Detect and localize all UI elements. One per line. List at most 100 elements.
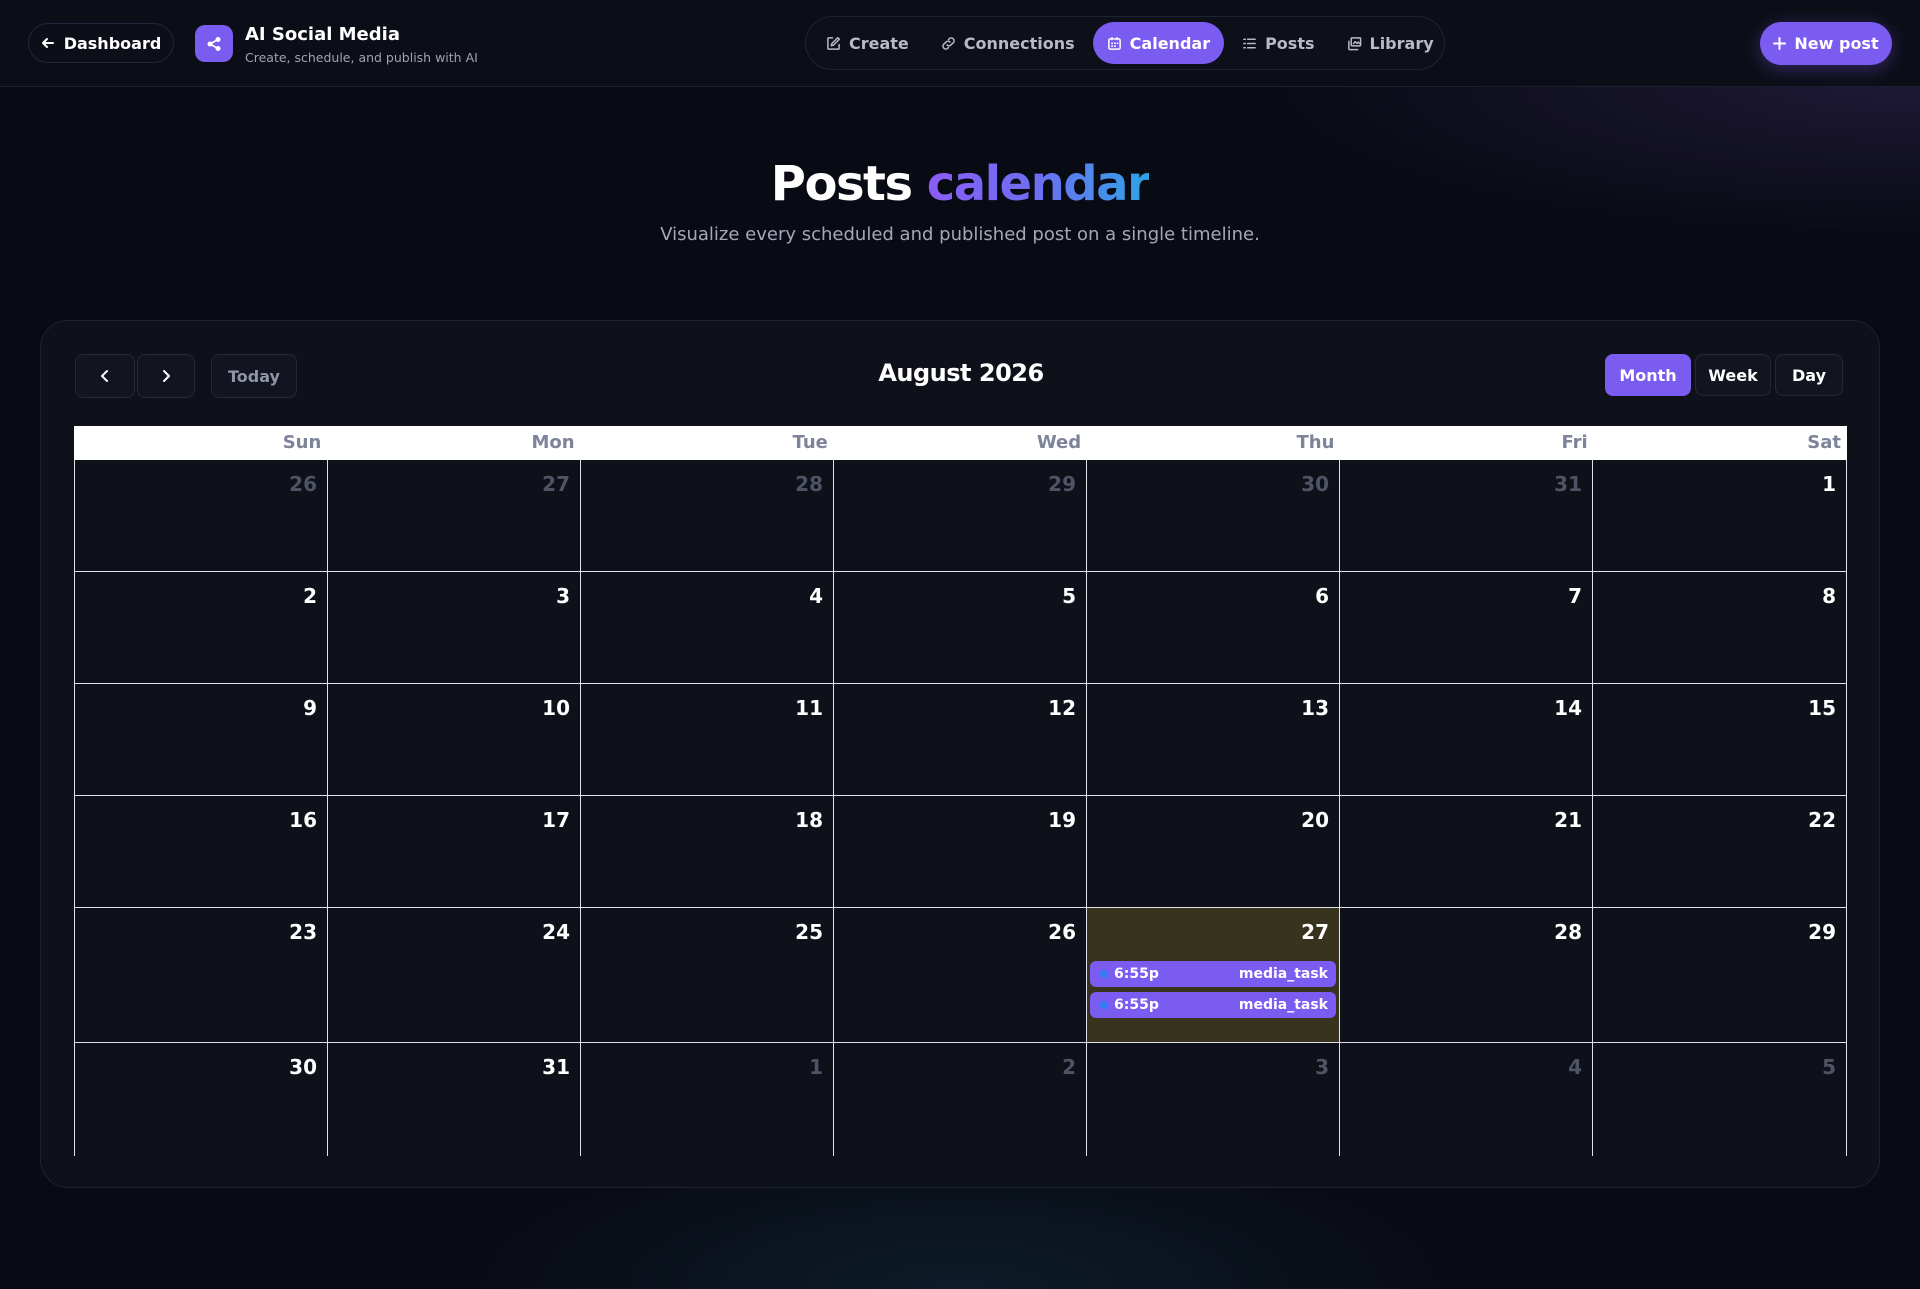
day-cell[interactable]: 23 bbox=[75, 908, 328, 1043]
day-number: 16 bbox=[289, 808, 317, 832]
day-cell[interactable]: 3 bbox=[1087, 1043, 1340, 1156]
day-number: 3 bbox=[1315, 1055, 1329, 1079]
day-number: 18 bbox=[795, 808, 823, 832]
day-cell[interactable]: 30 bbox=[1087, 460, 1340, 572]
new-post-label: New post bbox=[1794, 34, 1879, 53]
event-title: media_task bbox=[1238, 966, 1328, 982]
day-number: 6 bbox=[1315, 584, 1329, 608]
day-cell[interactable]: 2 bbox=[75, 572, 328, 684]
brand-tagline: Create, schedule, and publish with AI bbox=[245, 50, 478, 65]
day-cell[interactable]: 4 bbox=[1340, 1043, 1593, 1156]
day-cell[interactable]: 31 bbox=[1340, 460, 1593, 572]
day-cell[interactable]: 1 bbox=[581, 1043, 834, 1156]
day-cell[interactable]: 28 bbox=[1340, 908, 1593, 1043]
day-cell[interactable]: 24 bbox=[328, 908, 581, 1043]
day-cell[interactable]: 6 bbox=[1087, 572, 1340, 684]
day-cell[interactable]: 13 bbox=[1087, 684, 1340, 796]
event-title: media_task bbox=[1238, 997, 1328, 1013]
day-cell[interactable]: 14 bbox=[1340, 684, 1593, 796]
day-cell[interactable]: 26 bbox=[75, 460, 328, 572]
day-cell[interactable]: 27 bbox=[328, 460, 581, 572]
calendar-event[interactable]: 6:55p media_task bbox=[1090, 992, 1336, 1018]
link-icon bbox=[942, 36, 955, 50]
nav-item-create[interactable]: Create bbox=[812, 22, 923, 64]
day-cell[interactable]: 9 bbox=[75, 684, 328, 796]
view-week-button[interactable]: Week bbox=[1695, 354, 1771, 396]
day-cell[interactable]: 21 bbox=[1340, 796, 1593, 908]
nav-item-posts[interactable]: Posts bbox=[1228, 22, 1328, 64]
day-cell[interactable]: 15 bbox=[1593, 684, 1846, 796]
day-cell[interactable]: 22 bbox=[1593, 796, 1846, 908]
day-cell[interactable]: 4 bbox=[581, 572, 834, 684]
day-number: 7 bbox=[1568, 584, 1582, 608]
day-number: 30 bbox=[289, 1055, 317, 1079]
day-number: 27 bbox=[542, 472, 570, 496]
day-cell[interactable]: 29 bbox=[834, 460, 1087, 572]
arrow-left-icon bbox=[41, 38, 54, 48]
day-cell[interactable]: 26 bbox=[834, 908, 1087, 1043]
day-number: 1 bbox=[1822, 472, 1836, 496]
edit-icon bbox=[827, 36, 841, 50]
main-nav: Create Connections Calendar Posts Librar… bbox=[805, 16, 1445, 70]
day-cell[interactable]: 20 bbox=[1087, 796, 1340, 908]
day-cell[interactable]: 31 bbox=[328, 1043, 581, 1156]
weekday-wed: Wed bbox=[1036, 432, 1082, 453]
day-cell[interactable]: 7 bbox=[1340, 572, 1593, 684]
day-cell[interactable]: 1 bbox=[1593, 460, 1846, 572]
view-month-button[interactable]: Month bbox=[1605, 354, 1691, 396]
share-icon bbox=[207, 36, 221, 51]
nav-item-library[interactable]: Library bbox=[1333, 22, 1448, 64]
day-cell[interactable]: 18 bbox=[581, 796, 834, 908]
day-cell-today[interactable]: 27 6:55p media_task 6:55p media_task bbox=[1087, 908, 1340, 1043]
day-number: 11 bbox=[795, 696, 823, 720]
day-cell[interactable]: 30 bbox=[75, 1043, 328, 1156]
day-cell[interactable]: 10 bbox=[328, 684, 581, 796]
page-title-word-1: Posts bbox=[770, 156, 913, 212]
day-cell[interactable]: 3 bbox=[328, 572, 581, 684]
nav-label-posts: Posts bbox=[1265, 33, 1315, 53]
day-cell[interactable]: 28 bbox=[581, 460, 834, 572]
day-cell[interactable]: 29 bbox=[1593, 908, 1846, 1043]
day-number: 25 bbox=[795, 920, 823, 944]
day-number: 2 bbox=[1062, 1055, 1076, 1079]
top-bar: Dashboard AI Social Media Create, schedu… bbox=[0, 0, 1920, 87]
day-cell[interactable]: 5 bbox=[834, 572, 1087, 684]
plus-icon bbox=[1773, 37, 1787, 50]
day-number: 5 bbox=[1062, 584, 1076, 608]
calendar-event[interactable]: 6:55p media_task bbox=[1090, 961, 1336, 987]
day-cell[interactable]: 16 bbox=[75, 796, 328, 908]
day-number: 5 bbox=[1822, 1055, 1836, 1079]
day-cell[interactable]: 12 bbox=[834, 684, 1087, 796]
back-to-dashboard-button[interactable]: Dashboard bbox=[28, 23, 174, 63]
day-number: 31 bbox=[542, 1055, 570, 1079]
day-number: 22 bbox=[1808, 808, 1836, 832]
weekday-header: Sun Mon Tue Wed Thu Fri Sat bbox=[74, 426, 1847, 460]
event-dot-icon bbox=[1100, 1001, 1108, 1009]
day-cell[interactable]: 2 bbox=[834, 1043, 1087, 1156]
day-cell[interactable]: 17 bbox=[328, 796, 581, 908]
library-icon bbox=[1347, 36, 1361, 50]
nav-item-calendar[interactable]: Calendar bbox=[1092, 22, 1225, 64]
nav-label-library: Library bbox=[1369, 33, 1434, 53]
nav-label-calendar: Calendar bbox=[1129, 33, 1211, 53]
event-dot-icon bbox=[1100, 970, 1108, 978]
back-button-label: Dashboard bbox=[63, 33, 162, 53]
day-number: 14 bbox=[1554, 696, 1582, 720]
day-number: 23 bbox=[289, 920, 317, 944]
weekday-thu: Thu bbox=[1296, 432, 1335, 453]
nav-item-connections[interactable]: Connections bbox=[927, 22, 1089, 64]
view-day-button[interactable]: Day bbox=[1775, 354, 1843, 396]
day-cell[interactable]: 8 bbox=[1593, 572, 1846, 684]
day-cell[interactable]: 11 bbox=[581, 684, 834, 796]
day-number: 4 bbox=[1568, 1055, 1582, 1079]
day-number: 27 bbox=[1301, 920, 1329, 944]
day-cell[interactable]: 25 bbox=[581, 908, 834, 1043]
new-post-button[interactable]: New post bbox=[1760, 22, 1892, 65]
day-cell[interactable]: 19 bbox=[834, 796, 1087, 908]
weekday-sat: Sat bbox=[1807, 432, 1841, 453]
calendar-icon bbox=[1107, 36, 1121, 50]
brand-name: AI Social Media bbox=[245, 24, 400, 45]
day-cell[interactable]: 5 bbox=[1593, 1043, 1846, 1156]
day-number: 31 bbox=[1554, 472, 1582, 496]
day-number: 10 bbox=[542, 696, 570, 720]
